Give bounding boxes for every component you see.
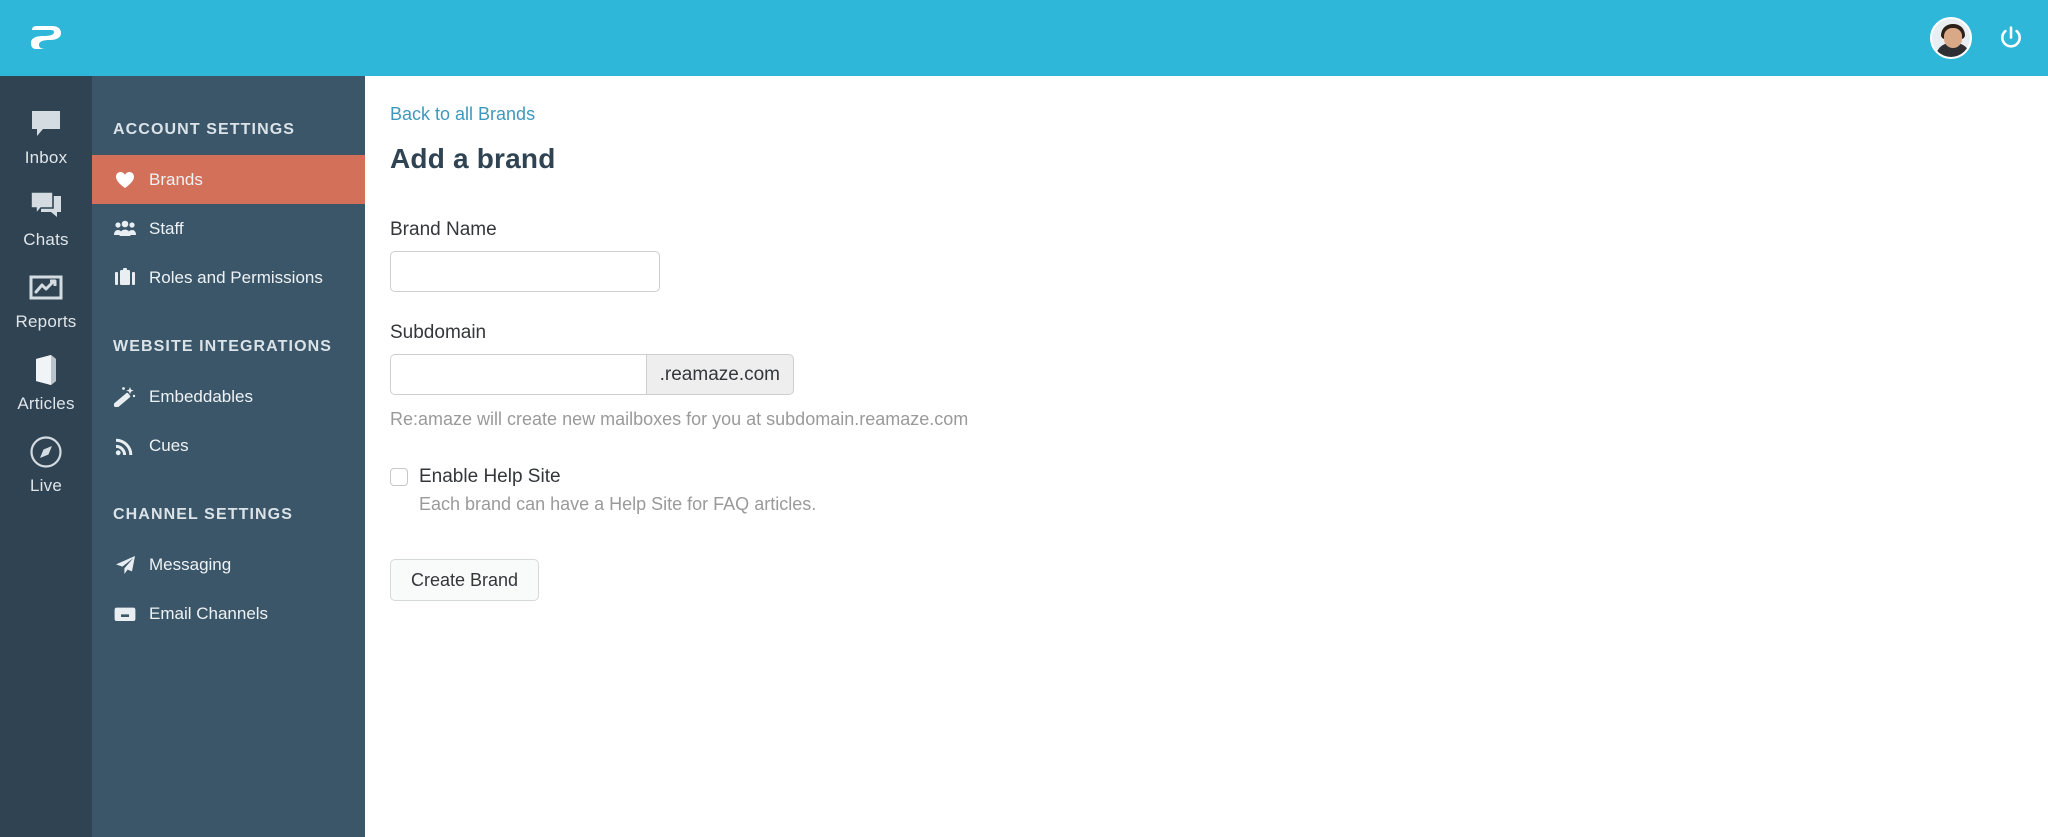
enable-help-site-checkbox[interactable] [390, 468, 408, 486]
reamaze-leaf-logo[interactable] [26, 18, 66, 58]
compass-icon [29, 435, 63, 469]
brand-name-field-group: Brand Name [390, 219, 2048, 292]
body-row: Inbox Chats Reports Articles Live ACCOUN… [0, 76, 2048, 837]
subnav-item-roles-and-permissions[interactable]: Roles and Permissions [92, 253, 365, 302]
subnav-item-email-channels[interactable]: Email Channels [92, 589, 365, 638]
brand-name-input[interactable] [390, 251, 660, 292]
back-to-all-brands-link[interactable]: Back to all Brands [390, 104, 535, 125]
speech-bubble-icon [29, 107, 63, 141]
rail-label-live: Live [30, 476, 62, 495]
enable-help-site-row: Enable Help Site [390, 466, 2048, 488]
settings-subnav: ACCOUNT SETTINGS Brands Staff Roles and … [92, 76, 365, 837]
subdomain-label: Subdomain [390, 322, 487, 343]
subnav-item-brands[interactable]: Brands [92, 155, 365, 204]
subnav-label-roles-and-permissions: Roles and Permissions [149, 267, 323, 287]
enable-help-site-description: Each brand can have a Help Site for FAQ … [419, 494, 817, 514]
rail-label-chats: Chats [23, 230, 69, 249]
avatar[interactable] [1930, 17, 1972, 59]
heart-icon [113, 170, 137, 190]
primary-nav-rail: Inbox Chats Reports Articles Live [0, 76, 92, 837]
subnav-item-embeddables[interactable]: Embeddables [92, 372, 365, 421]
subnav-label-brands: Brands [149, 169, 203, 189]
avatar-face [1944, 28, 1962, 48]
subnav-item-messaging[interactable]: Messaging [92, 540, 365, 589]
subnav-label-cues: Cues [149, 435, 189, 455]
top-bar [0, 0, 2048, 76]
paper-plane-icon [113, 555, 137, 575]
subdomain-field-group: Subdomain .reamaze.com Re:amaze will cre… [390, 322, 2048, 430]
create-brand-button[interactable]: Create Brand [390, 559, 540, 601]
subdomain-helper-text: Re:amaze will create new mailboxes for y… [390, 409, 969, 429]
rail-label-reports: Reports [15, 312, 77, 331]
enable-help-site-label[interactable]: Enable Help Site [419, 466, 561, 488]
brand-name-label: Brand Name [390, 219, 497, 240]
inbox-tray-icon [113, 604, 137, 624]
rail-item-inbox[interactable]: Inbox [0, 94, 92, 176]
rail-item-live[interactable]: Live [0, 422, 92, 504]
subnav-label-staff: Staff [149, 218, 184, 238]
subnav-label-embeddables: Embeddables [149, 386, 253, 406]
rail-item-reports[interactable]: Reports [0, 258, 92, 340]
subnav-label-email-channels: Email Channels [149, 603, 269, 623]
page-title: Add a brand [390, 143, 556, 174]
subnav-heading-channel-settings: CHANNEL SETTINGS [113, 506, 293, 523]
rss-signal-icon [113, 436, 137, 456]
subnav-label-messaging: Messaging [149, 554, 232, 574]
rail-label-inbox: Inbox [24, 148, 68, 167]
double-speech-bubble-icon [29, 189, 63, 223]
subnav-item-staff[interactable]: Staff [92, 204, 365, 253]
subdomain-input-group: .reamaze.com [390, 354, 794, 395]
briefcase-icon [113, 268, 137, 288]
rail-label-articles: Articles [17, 394, 75, 413]
magic-wand-icon [113, 387, 137, 407]
subnav-heading-account-settings: ACCOUNT SETTINGS [113, 121, 296, 138]
app-root: Inbox Chats Reports Articles Live ACCOUN… [0, 0, 2048, 837]
subdomain-suffix-addon: .reamaze.com [645, 354, 794, 395]
rail-item-chats[interactable]: Chats [0, 176, 92, 258]
subdomain-input[interactable] [390, 354, 646, 395]
chart-frame-icon [29, 271, 63, 305]
people-icon [113, 219, 137, 239]
top-bar-actions [1930, 17, 2024, 59]
subnav-item-cues[interactable]: Cues [92, 421, 365, 470]
main-content: Back to all Brands Add a brand Brand Nam… [365, 76, 2048, 837]
subnav-heading-website-integrations: WEBSITE INTEGRATIONS [113, 338, 333, 355]
logout-button[interactable] [1998, 25, 2024, 51]
rail-item-articles[interactable]: Articles [0, 340, 92, 422]
book-icon [31, 353, 61, 387]
